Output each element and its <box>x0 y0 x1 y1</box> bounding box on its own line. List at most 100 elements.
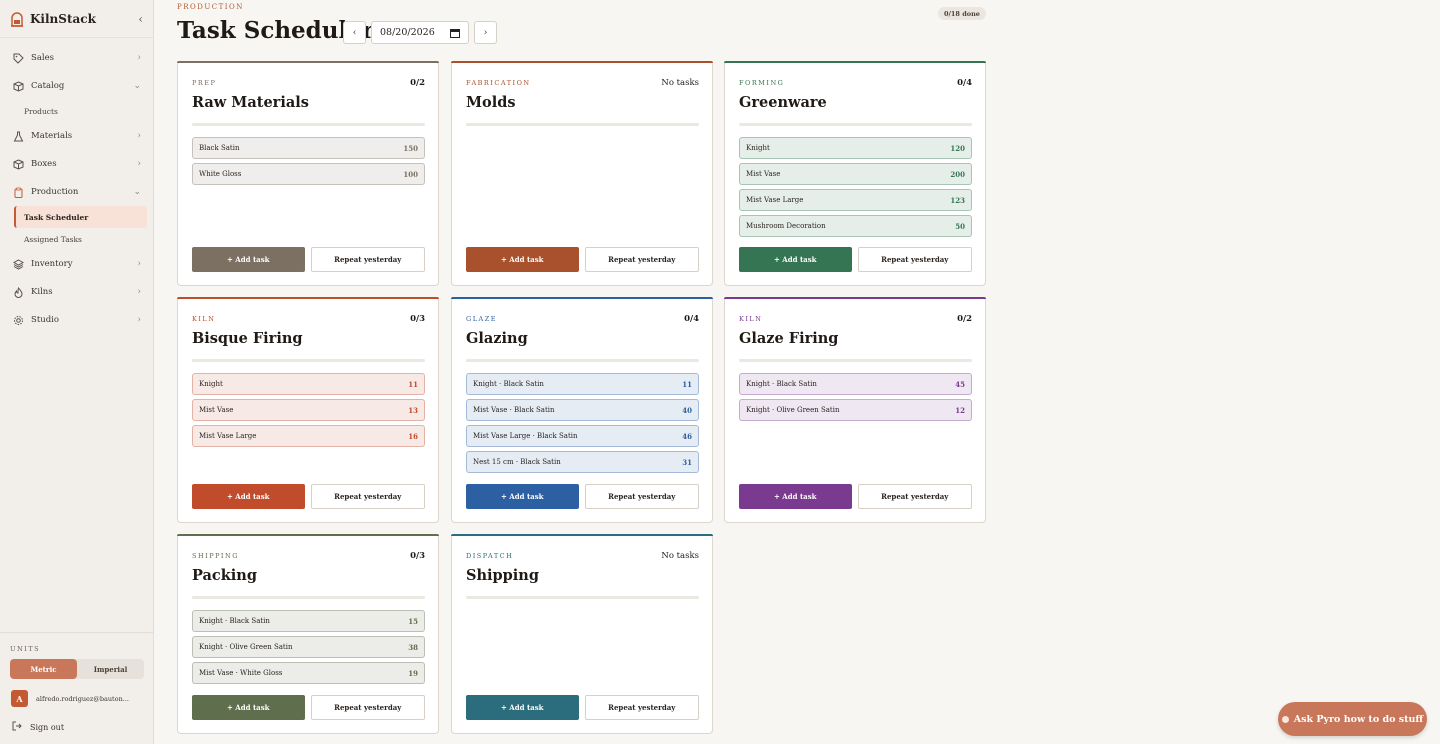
task-item[interactable]: Mist Vase Large 16 <box>192 425 425 447</box>
repeat-yesterday-button[interactable]: Repeat yesterday <box>584 484 699 509</box>
app-name: KilnStack <box>30 11 96 26</box>
task-item[interactable]: Knight · Black Satin 15 <box>192 610 425 632</box>
card-category: SHIPPING <box>192 552 239 560</box>
card-accent-bar <box>177 297 439 299</box>
task-item[interactable]: Mist Vase 200 <box>739 163 972 185</box>
next-day-button[interactable]: › <box>474 21 497 44</box>
calendar-icon[interactable] <box>450 28 460 38</box>
repeat-yesterday-button[interactable]: Repeat yesterday <box>310 484 425 509</box>
task-quantity: 45 <box>955 379 965 389</box>
card-progress-track <box>466 123 699 126</box>
nav-item-materials[interactable]: Materials › <box>0 122 153 150</box>
nav-subitem-products[interactable]: Products <box>0 100 153 122</box>
package-icon <box>12 158 24 170</box>
nav-item-label: Boxes <box>31 159 57 169</box>
brand-bar: KilnStack ‹ <box>0 0 153 38</box>
stage-card-bisque-firing: KILN 0/3 Bisque Firing Knight 11 Mist Vas… <box>177 297 439 523</box>
chevron-right-icon: › <box>137 159 141 169</box>
nav-item-kilns[interactable]: Kilns › <box>0 278 153 306</box>
card-actions: + Add task Repeat yesterday <box>466 695 699 720</box>
stage-card-molds: FABRICATION No tasks Molds + Add task Re… <box>451 61 713 286</box>
task-item[interactable]: Knight · Black Satin 45 <box>739 373 972 395</box>
card-progress-track <box>466 596 699 599</box>
card-progress-track <box>192 123 425 126</box>
sidebar: KilnStack ‹ Sales › Catalog ⌄ Products M… <box>0 0 154 744</box>
add-task-button[interactable]: + Add task <box>192 247 305 272</box>
nav-item-sales[interactable]: Sales › <box>0 44 153 72</box>
task-item[interactable]: Knight · Black Satin 11 <box>466 373 699 395</box>
task-name: Mist Vase Large <box>199 432 257 440</box>
task-item[interactable]: Black Satin 150 <box>192 137 425 159</box>
add-task-button[interactable]: + Add task <box>466 247 579 272</box>
repeat-yesterday-button[interactable]: Repeat yesterday <box>584 247 699 272</box>
task-item[interactable]: Knight 120 <box>739 137 972 159</box>
units-toggle: Metric Imperial <box>10 659 144 679</box>
nav-item-catalog[interactable]: Catalog ⌄ <box>0 72 153 100</box>
previous-day-button[interactable]: ‹ <box>343 21 366 44</box>
nav-item-boxes[interactable]: Boxes › <box>0 150 153 178</box>
main-nav: Sales › Catalog ⌄ Products Materials › B… <box>0 38 153 334</box>
task-quantity: 13 <box>408 405 418 415</box>
repeat-yesterday-button[interactable]: Repeat yesterday <box>584 695 699 720</box>
nav-subitem-assigned-tasks[interactable]: Assigned Tasks <box>0 228 153 250</box>
task-quantity: 200 <box>950 169 965 179</box>
sign-out-button[interactable]: Sign out <box>12 721 64 733</box>
task-item[interactable]: Knight 11 <box>192 373 425 395</box>
task-list: Knight 120 Mist Vase 200 Mist Vase Large 1… <box>739 137 972 241</box>
card-progress-track <box>739 359 972 362</box>
task-item[interactable]: Mist Vase Large · Black Satin 46 <box>466 425 699 447</box>
task-item[interactable]: Nest 15 cm · Black Satin 31 <box>466 451 699 473</box>
date-field[interactable]: 08/20/2026 <box>371 21 469 44</box>
task-quantity: 38 <box>408 642 418 652</box>
task-name: Mist Vase <box>746 170 781 178</box>
flame-icon <box>12 286 24 298</box>
card-accent-bar <box>451 534 713 536</box>
chevron-right-icon: › <box>137 131 141 141</box>
task-item[interactable]: Knight · Olive Green Satin 12 <box>739 399 972 421</box>
units-imperial-option[interactable]: Imperial <box>77 659 144 679</box>
repeat-yesterday-button[interactable]: Repeat yesterday <box>310 247 425 272</box>
collapse-sidebar-icon[interactable]: ‹ <box>138 12 143 26</box>
units-metric-option[interactable]: Metric <box>10 659 77 679</box>
nav-item-inventory[interactable]: Inventory › <box>0 250 153 278</box>
nav-item-studio[interactable]: Studio › <box>0 306 153 334</box>
task-quantity: 40 <box>682 405 692 415</box>
nav-subitem-task-scheduler[interactable]: Task Scheduler <box>14 206 147 228</box>
task-list: Knight 11 Mist Vase 13 Mist Vase Large 16 <box>192 373 425 451</box>
task-name: Mist Vase <box>199 406 234 414</box>
task-item[interactable]: Mist Vase Large 123 <box>739 189 972 211</box>
add-task-button[interactable]: + Add task <box>739 247 852 272</box>
task-item[interactable]: White Gloss 100 <box>192 163 425 185</box>
repeat-yesterday-button[interactable]: Repeat yesterday <box>310 695 425 720</box>
task-item[interactable]: Knight · Olive Green Satin 38 <box>192 636 425 658</box>
add-task-button[interactable]: + Add task <box>466 484 579 509</box>
stage-card-greenware: FORMING 0/4 Greenware Knight 120 Mist Vas… <box>724 61 986 286</box>
user-account[interactable]: A alfredo.rodriguez@bauton... <box>11 690 146 707</box>
card-accent-bar <box>724 297 986 299</box>
chevron-down-icon: ⌄ <box>133 81 141 91</box>
task-list: Knight · Black Satin 11 Mist Vase · Black… <box>466 373 699 477</box>
add-task-button[interactable]: + Add task <box>192 695 305 720</box>
card-count: 0/3 <box>410 314 425 324</box>
add-task-button[interactable]: + Add task <box>466 695 579 720</box>
date-value: 08/20/2026 <box>380 27 435 38</box>
task-item[interactable]: Mushroom Decoration 50 <box>739 215 972 237</box>
ask-pyro-button[interactable]: Ask Pyro how to do stuff <box>1278 702 1427 736</box>
card-title: Greenware <box>739 94 827 111</box>
tag-icon <box>12 52 24 64</box>
repeat-yesterday-button[interactable]: Repeat yesterday <box>857 484 972 509</box>
task-item[interactable]: Mist Vase · Black Satin 40 <box>466 399 699 421</box>
task-item[interactable]: Mist Vase · White Gloss 19 <box>192 662 425 684</box>
nav-item-label: Materials <box>31 131 73 141</box>
task-item[interactable]: Mist Vase 13 <box>192 399 425 421</box>
add-task-button[interactable]: + Add task <box>739 484 852 509</box>
chevron-right-icon: › <box>137 287 141 297</box>
card-title: Shipping <box>466 567 539 584</box>
nav-item-production[interactable]: Production ⌄ <box>0 178 153 206</box>
repeat-yesterday-button[interactable]: Repeat yesterday <box>857 247 972 272</box>
chevron-down-icon: ⌄ <box>133 187 141 197</box>
nav-item-label: Catalog <box>31 81 65 91</box>
add-task-button[interactable]: + Add task <box>192 484 305 509</box>
card-accent-bar <box>177 534 439 536</box>
chevron-right-icon: › <box>137 53 141 63</box>
